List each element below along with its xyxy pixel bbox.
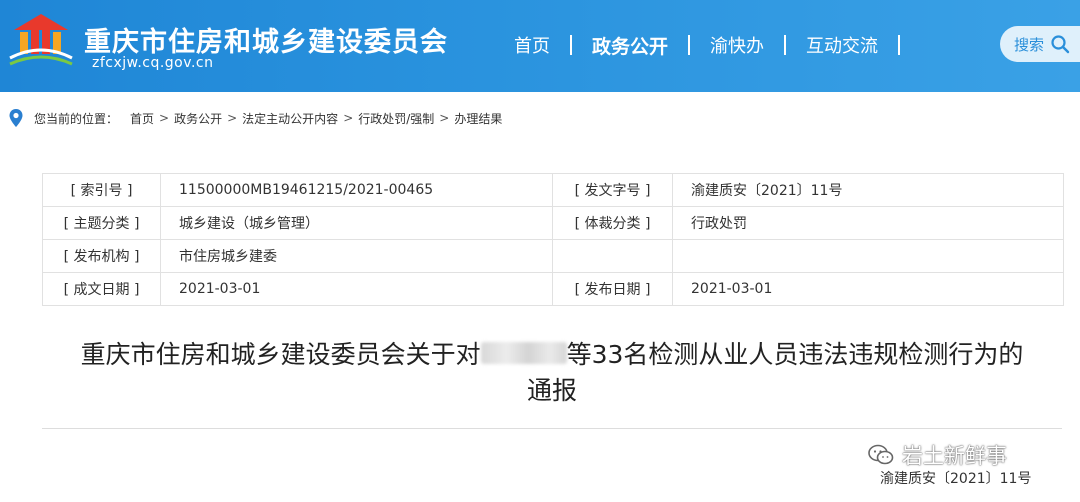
watermark-text: 岩土新鲜事 — [902, 444, 1007, 468]
breadcrumb-prefix: 您当前的位置： — [34, 111, 119, 126]
index-number-label: [ 索引号 ] — [42, 173, 161, 207]
nav-item-government-affairs[interactable]: 政务公开 — [578, 32, 682, 59]
document-info-table: [ 索引号 ] 11500000MB19461215/2021-00465 [ … — [42, 173, 1064, 306]
table-row: [ 发布机构 ] 市住房城乡建委 — [42, 239, 1064, 273]
search-icon[interactable] — [1050, 34, 1070, 54]
breadcrumb: 您当前的位置： 首页 > 政务公开 > 法定主动公开内容 > 行政处罚/强制 >… — [8, 108, 502, 128]
created-date-label: [ 成文日期 ] — [42, 272, 161, 306]
index-number-value: 11500000MB19461215/2021-00465 — [160, 173, 553, 207]
table-row: [ 索引号 ] 11500000MB19461215/2021-00465 [ … — [42, 173, 1064, 207]
breadcrumb-results[interactable]: 办理结果 — [454, 110, 502, 127]
breadcrumb-government-affairs[interactable]: 政务公开 — [174, 110, 222, 127]
article-title: 重庆市住房和城乡建设委员会关于对 等33名检测从业人员违法违规检测行为的 通报 — [40, 337, 1064, 409]
nav-item-interaction[interactable]: 互动交流 — [792, 32, 892, 58]
nav-divider — [898, 35, 901, 55]
location-pin-icon — [9, 109, 23, 127]
article-document-number: 渝建质安〔2021〕11号 — [880, 471, 1032, 487]
divider — [42, 428, 1062, 429]
nav-item-home[interactable]: 首页 — [500, 32, 564, 58]
breadcrumb-separator: > — [159, 111, 170, 125]
genre-category-value: 行政处罚 — [672, 206, 1064, 240]
empty-cell — [672, 239, 1064, 273]
document-number-label: [ 发文字号 ] — [552, 173, 673, 207]
nav-divider — [688, 35, 691, 55]
site-title[interactable]: 重庆市住房和城乡建设委员会 — [84, 20, 448, 59]
site-domain: zfcxjw.cq.gov.cn — [92, 55, 214, 71]
table-row: [ 主题分类 ] 城乡建设（城乡管理） [ 体裁分类 ] 行政处罚 — [42, 206, 1064, 240]
breadcrumb-administrative-penalty[interactable]: 行政处罚/强制 — [358, 110, 434, 127]
search-label[interactable]: 搜索 — [1014, 34, 1044, 55]
search-box[interactable]: 搜索 — [1000, 26, 1080, 62]
article-title-part: 重庆市住房和城乡建设委员会关于对 — [80, 340, 481, 369]
table-row: [ 成文日期 ] 2021-03-01 [ 发布日期 ] 2021-03-01 — [42, 272, 1064, 306]
wechat-icon — [868, 444, 894, 465]
topic-category-value: 城乡建设（城乡管理） — [160, 206, 553, 240]
watermark: 岩土新鲜事 — [868, 440, 1007, 470]
logo-icon[interactable] — [8, 12, 74, 70]
nav-divider — [570, 35, 572, 55]
document-number-value: 渝建质安〔2021〕11号 — [672, 173, 1064, 207]
published-date-value: 2021-03-01 — [672, 272, 1064, 306]
empty-cell — [552, 239, 673, 273]
breadcrumb-separator: > — [343, 111, 354, 125]
redacted-name — [480, 342, 567, 364]
topic-category-label: [ 主题分类 ] — [42, 206, 161, 240]
genre-category-label: [ 体裁分类 ] — [552, 206, 673, 240]
publishing-org-label: [ 发布机构 ] — [42, 239, 161, 273]
breadcrumb-home[interactable]: 首页 — [130, 110, 154, 127]
breadcrumb-separator: > — [227, 111, 238, 125]
nav-divider — [784, 35, 787, 55]
site-header: 重庆市住房和城乡建设委员会 zfcxjw.cq.gov.cn 首页 政务公开 渝… — [0, 0, 1080, 92]
published-date-label: [ 发布日期 ] — [552, 272, 673, 306]
created-date-value: 2021-03-01 — [160, 272, 553, 306]
nav-item-yukuaiban[interactable]: 渝快办 — [696, 32, 778, 58]
main-nav: 首页 政务公开 渝快办 互动交流 — [500, 28, 906, 62]
article-title-part: 等33名检测从业人员违法违规检测行为的 — [566, 340, 1024, 369]
breadcrumb-statutory-disclosure[interactable]: 法定主动公开内容 — [242, 110, 338, 127]
publishing-org-value: 市住房城乡建委 — [160, 239, 553, 273]
breadcrumb-separator: > — [439, 111, 450, 125]
article-title-part: 通报 — [526, 376, 577, 405]
